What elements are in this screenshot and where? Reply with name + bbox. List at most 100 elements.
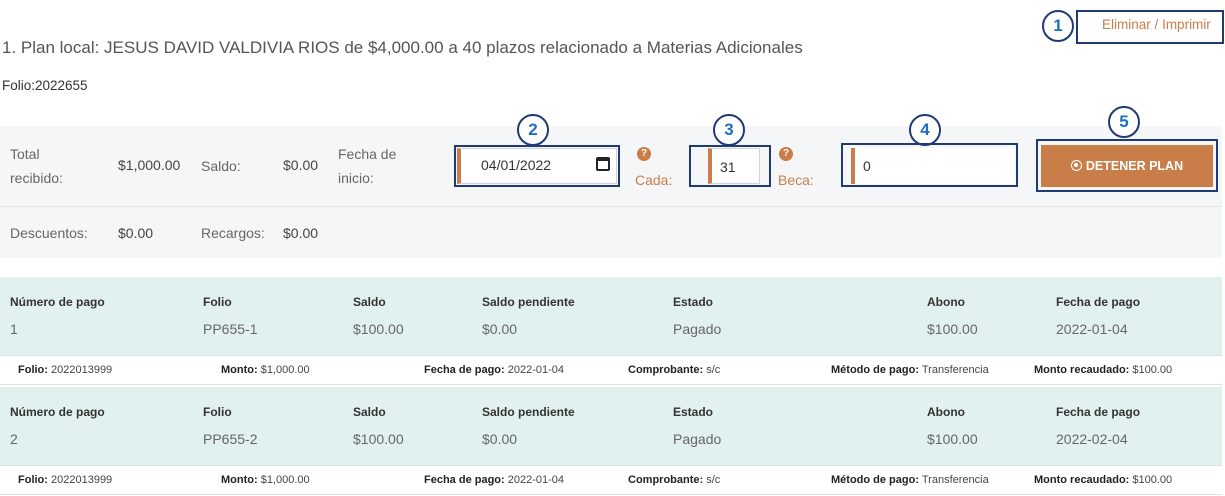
detail-recaudado: Monto recaudado: $100.00 [1034, 364, 1172, 376]
surcharges-label: Recargos: [201, 225, 265, 241]
detail-recaudado: Monto recaudado: $100.00 [1034, 474, 1172, 486]
beca-help-icon[interactable]: ? [779, 147, 793, 161]
payment-estado: Pagado [673, 431, 722, 447]
detail-metodo-label: Método de pago: [831, 364, 919, 376]
plan-folio: Folio:2022655 [2, 78, 88, 93]
detail-metodo: Método de pago: Transferencia [831, 364, 989, 376]
saldo-label: Saldo: [201, 158, 241, 174]
stop-circle-icon [1070, 160, 1082, 171]
header-estado: Estado [673, 405, 714, 419]
callout-marker-2: 2 [517, 114, 549, 146]
detail-fecha-value: 2022-01-04 [507, 474, 565, 486]
actions-separator: / [1154, 17, 1159, 32]
detail-folio-value: 2022013999 [51, 364, 113, 376]
payment-summary: Número de pago Folio Saldo Saldo pendien… [0, 387, 1222, 465]
detail-recaudado-label: Monto recaudado: [1034, 474, 1130, 486]
stop-plan-label: DETENER PLAN [1085, 159, 1184, 173]
payment-number: 1 [10, 321, 18, 337]
header-fecha-pago: Fecha de pago [1056, 295, 1141, 309]
detail-fecha: Fecha de pago: 2022-01-04 [424, 474, 564, 486]
calendar-icon[interactable] [596, 157, 610, 171]
callout-marker-5: 5 [1108, 106, 1140, 138]
start-date-value: 04/01/2022 [481, 157, 552, 173]
detail-recaudado-value: $100.00 [1132, 364, 1173, 376]
detail-recaudado-label: Monto recaudado: [1034, 364, 1130, 376]
detail-metodo-value: Transferencia [921, 364, 989, 376]
payment-abono: $100.00 [927, 321, 978, 337]
header-saldo-pendiente: Saldo pendiente [482, 405, 575, 419]
surcharges-value: $0.00 [283, 225, 319, 241]
detail-metodo-label: Método de pago: [831, 474, 919, 486]
total-received-label: Total recibido: [10, 142, 63, 190]
beca-label: Beca: [778, 172, 814, 188]
header-abono: Abono [927, 405, 965, 419]
header-payment-number: Número de pago [10, 295, 105, 309]
header-abono: Abono [927, 295, 965, 309]
total-label-line2: recibido: [10, 170, 63, 186]
detail-monto-label: Monto: [221, 474, 258, 486]
detail-comprobante: Comprobante: s/c [628, 474, 720, 486]
detail-monto: Monto: $1,000.00 [221, 364, 310, 376]
detail-monto: Monto: $1,000.00 [221, 474, 310, 486]
saldo-value: $0.00 [283, 157, 319, 173]
detail-recaudado-value: $100.00 [1132, 474, 1173, 486]
payment-folio: PP655-1 [203, 321, 258, 337]
detail-fecha-value: 2022-01-04 [507, 364, 565, 376]
detail-metodo: Método de pago: Transferencia [831, 474, 989, 486]
header-payment-number: Número de pago [10, 405, 105, 419]
callout-marker-3: 3 [713, 114, 745, 146]
payment-saldo-pendiente: $0.00 [482, 321, 518, 337]
payment-fecha: 2022-01-04 [1056, 321, 1128, 337]
detail-folio-value: 2022013999 [51, 474, 113, 486]
detail-metodo-value: Transferencia [921, 474, 989, 486]
detail-comprobante: Comprobante: s/c [628, 364, 720, 376]
delete-link[interactable]: Eliminar [1102, 17, 1151, 32]
start-date-label: Fecha de inicio: [338, 142, 396, 190]
summary-divider [0, 206, 1222, 207]
payment-saldo-pendiente: $0.00 [482, 431, 518, 447]
payment-saldo: $100.00 [353, 431, 404, 447]
cada-input[interactable]: 31 [708, 148, 760, 184]
callout-marker-1: 1 [1042, 10, 1074, 42]
start-date-input[interactable]: 04/01/2022 [457, 148, 617, 184]
header-saldo: Saldo [353, 405, 386, 419]
discounts-label: Descuentos: [10, 225, 88, 241]
header-saldo-pendiente: Saldo pendiente [482, 295, 575, 309]
detail-comprobante-value: s/c [706, 364, 721, 376]
detail-monto-value: $1,000.00 [260, 474, 310, 486]
stop-plan-button[interactable]: DETENER PLAN [1041, 145, 1213, 187]
start-date-label-line2: inicio: [338, 170, 374, 186]
payment-fecha: 2022-02-04 [1056, 431, 1128, 447]
payment-detail: Folio: 2022013999 Monto: $1,000.00 Fecha… [0, 465, 1222, 495]
payment-folio: PP655-2 [203, 431, 258, 447]
header-actions: Eliminar / Imprimir [1076, 10, 1224, 44]
detail-folio-label: Folio: [18, 364, 48, 376]
header-fecha-pago: Fecha de pago [1056, 405, 1141, 419]
detail-fecha-label: Fecha de pago: [424, 364, 505, 376]
detail-folio: Folio: 2022013999 [18, 474, 112, 486]
beca-input[interactable]: 0 [851, 148, 1015, 184]
print-link[interactable]: Imprimir [1162, 17, 1211, 32]
header-estado: Estado [673, 295, 714, 309]
payment-abono: $100.00 [927, 431, 978, 447]
detail-folio-label: Folio: [18, 474, 48, 486]
payment-saldo: $100.00 [353, 321, 404, 337]
detail-comprobante-label: Comprobante: [628, 364, 704, 376]
detail-fecha: Fecha de pago: 2022-01-04 [424, 364, 564, 376]
detail-fecha-label: Fecha de pago: [424, 474, 505, 486]
start-date-label-line1: Fecha de [338, 146, 397, 162]
header-saldo: Saldo [353, 295, 386, 309]
page-title: 1. Plan local: JESUS DAVID VALDIVIA RIOS… [2, 38, 803, 57]
cada-help-icon[interactable]: ? [637, 147, 651, 161]
cada-label: Cada: [635, 172, 673, 188]
payment-number: 2 [10, 431, 18, 447]
total-received-value: $1,000.00 [118, 157, 181, 173]
payment-estado: Pagado [673, 321, 722, 337]
detail-folio: Folio: 2022013999 [18, 364, 112, 376]
detail-monto-value: $1,000.00 [260, 364, 310, 376]
callout-marker-4: 4 [909, 114, 941, 146]
payment-summary: Número de pago Folio Saldo Saldo pendien… [0, 277, 1222, 355]
header-folio: Folio [203, 295, 232, 309]
discounts-value: $0.00 [118, 225, 154, 241]
detail-monto-label: Monto: [221, 364, 258, 376]
